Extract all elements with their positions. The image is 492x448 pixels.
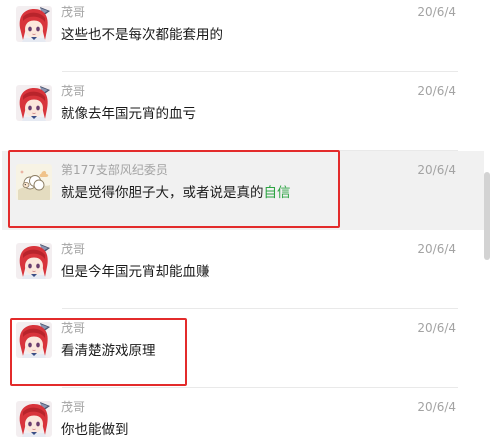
message-text: 你也能做到 [61, 422, 129, 438]
message-row[interactable]: 茂哥 20/6/4 但是今年国元宵却能血赚 [2, 230, 484, 309]
scrollbar-thumb[interactable] [484, 172, 490, 260]
anime-girl-avatar-icon[interactable] [16, 243, 52, 279]
sender-name[interactable]: 茂哥 [61, 399, 85, 415]
message-text: 就像去年国元宵的血亏 [61, 106, 196, 122]
sender-name[interactable]: 第177支部风纪委员 [61, 162, 168, 178]
message-row[interactable]: 茂哥 20/6/4 这些也不是每次都能套用的 [2, 0, 484, 72]
message-time: 20/6/4 [417, 163, 456, 177]
message-row[interactable]: 茂哥 20/6/4 就像去年国元宵的血亏 [2, 72, 484, 151]
message-row[interactable]: 茂哥 20/6/4 看清楚游戏原理 [2, 309, 484, 388]
message-time: 20/6/4 [417, 5, 456, 19]
message-time: 20/6/4 [417, 242, 456, 256]
sender-name[interactable]: 茂哥 [61, 320, 85, 336]
message-row[interactable]: 茂哥 20/6/4 你也能做到 [2, 388, 484, 448]
message-text-highlight: 自信 [263, 185, 291, 201]
scrollbar[interactable] [484, 0, 490, 448]
anime-girl-avatar-icon[interactable] [16, 85, 52, 121]
sender-name[interactable]: 茂哥 [61, 83, 85, 99]
anime-girl-avatar-icon[interactable] [16, 6, 52, 42]
sender-name[interactable]: 茂哥 [61, 241, 85, 257]
message-time: 20/6/4 [417, 400, 456, 414]
message-text: 这些也不是每次都能套用的 [61, 27, 223, 43]
message-text: 就是觉得你胆子大，或者说是真的自信 [61, 183, 291, 203]
message-text: 看清楚游戏原理 [61, 343, 156, 359]
anime-girl-avatar-icon[interactable] [16, 401, 52, 437]
chat-message-list[interactable]: 茂哥 20/6/4 这些也不是每次都能套用的 茂哥 20/6/4 就像去年国元宵… [0, 0, 492, 448]
cartoon-sheep-avatar-icon[interactable] [16, 164, 52, 200]
message-text: 但是今年国元宵却能血赚 [61, 264, 210, 280]
sender-name[interactable]: 茂哥 [61, 4, 85, 20]
message-time: 20/6/4 [417, 321, 456, 335]
message-row-selected[interactable]: 第177支部风纪委员 20/6/4 就是觉得你胆子大，或者说是真的自信 [2, 151, 484, 230]
anime-girl-avatar-icon[interactable] [16, 322, 52, 358]
message-text-main: 就是觉得你胆子大，或者说是真的 [61, 185, 264, 201]
message-time: 20/6/4 [417, 84, 456, 98]
